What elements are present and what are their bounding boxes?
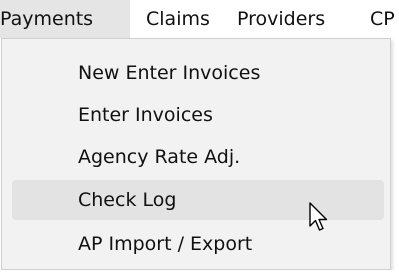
menu-cp[interactable]: CP [370, 0, 395, 38]
menu-bar: Payments Claims Providers CP [0, 0, 399, 38]
menu-providers-label: Providers [237, 8, 326, 30]
menu-item-label: AP Import / Export [78, 233, 253, 255]
menu-item-label: Agency Rate Adj. [78, 146, 241, 168]
menu-item-enter-invoices[interactable]: Enter Invoices [12, 95, 384, 135]
menu-providers[interactable]: Providers [237, 0, 325, 38]
menu-item-label: Check Log [78, 189, 177, 211]
window-bottom-edge [0, 270, 399, 274]
arrow-cursor-icon [309, 202, 328, 231]
menu-item-new-enter-invoices[interactable]: New Enter Invoices [12, 53, 384, 93]
menu-payments-label: Payments [0, 8, 94, 30]
menu-cp-label: CP [370, 8, 395, 30]
menu-payments[interactable]: Payments [0, 0, 130, 38]
menu-item-label: Enter Invoices [78, 104, 213, 126]
payments-dropdown-menu: New Enter Invoices Enter Invoices Agency… [1, 38, 391, 270]
menu-claims[interactable]: Claims [146, 0, 210, 38]
menu-claims-label: Claims [146, 8, 210, 30]
menu-item-label: New Enter Invoices [78, 62, 261, 84]
menu-item-agency-rate-adj[interactable]: Agency Rate Adj. [12, 137, 384, 177]
